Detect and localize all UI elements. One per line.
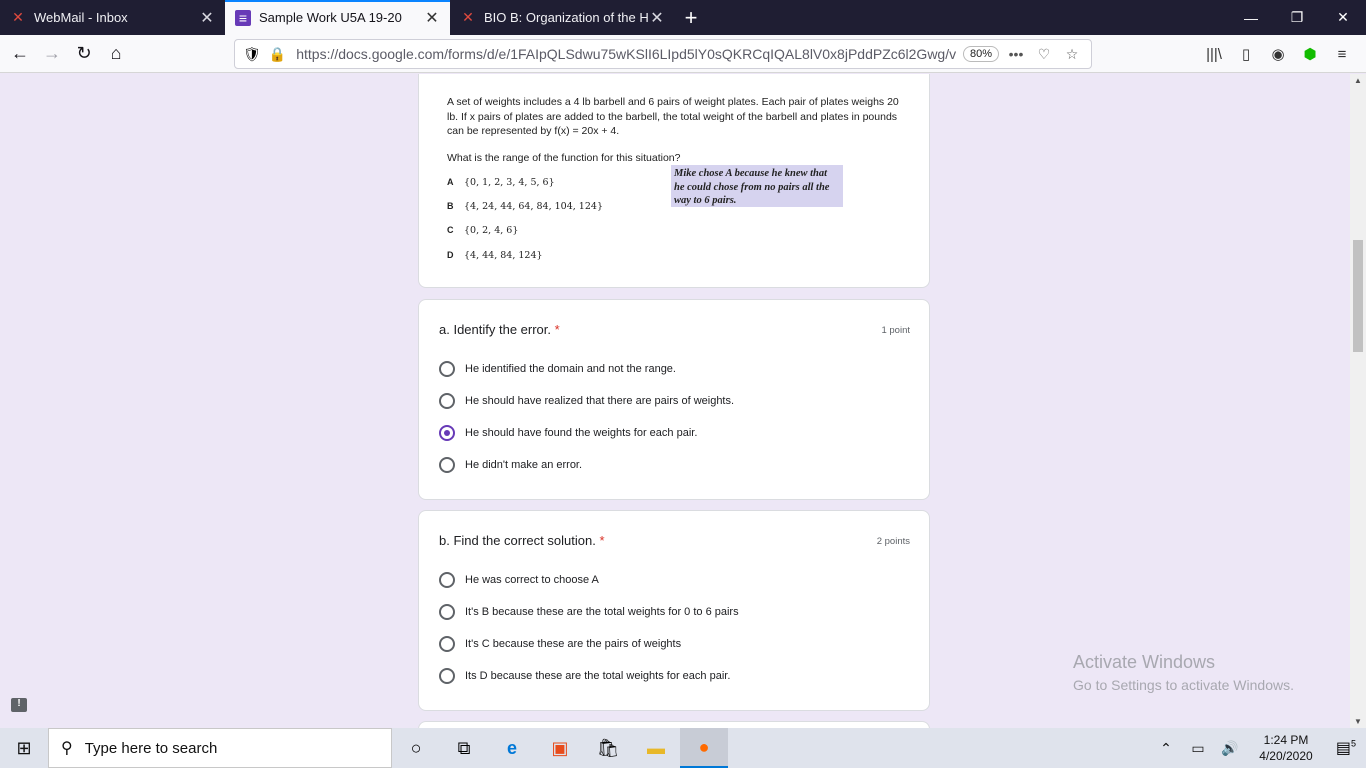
office-icon[interactable]: ▣ (536, 728, 584, 768)
restore-icon[interactable]: ❐ (1274, 0, 1320, 35)
next-question-card (418, 721, 930, 728)
radio-button[interactable] (439, 604, 455, 620)
cortana-icon[interactable]: ○ (392, 728, 440, 768)
choice-c: C {0, 2, 4, 6} (447, 225, 519, 236)
scroll-down-icon[interactable]: ▼ (1350, 717, 1366, 726)
volume-icon[interactable]: 🔊 (1214, 740, 1246, 757)
tab-bar: ✕ WebMail - Inbox ✕ ≡ Sample Work U5A 19… (0, 0, 1366, 35)
required-asterisk: * (554, 322, 560, 337)
network-icon[interactable]: ▭ (1182, 740, 1214, 757)
webmail-x-icon: ✕ (12, 9, 24, 25)
student-note: Mike chose A because he knew that he cou… (671, 165, 843, 207)
close-tab-icon[interactable]: ✕ (424, 8, 440, 28)
required-asterisk: * (599, 533, 605, 548)
edge-icon[interactable]: e (488, 728, 536, 768)
url-text[interactable]: https://docs.google.com/forms/d/e/1FAIpQ… (296, 46, 957, 62)
search-icon: ⚲ (61, 740, 73, 757)
more-actions-icon[interactable]: ••• (1005, 46, 1027, 62)
lock-icon[interactable]: 🔒 (269, 46, 286, 63)
windows-taskbar: ⊞ ⚲ Type here to search ○ ⧉ e ▣ 🛍 ▬ ● ⌃ … (0, 728, 1366, 768)
address-bar[interactable]: 🛡 🔒 https://docs.google.com/forms/d/e/1F… (234, 39, 1092, 69)
notification-center-icon[interactable]: ▤5 (1326, 738, 1366, 758)
clock[interactable]: 1:24 PM 4/20/2020 (1246, 732, 1326, 764)
back-button[interactable]: ← (4, 38, 36, 70)
problem-card: A set of weights includes a 4 lb barbell… (418, 74, 930, 288)
radio-button[interactable] (439, 668, 455, 684)
option-b1[interactable]: He was correct to choose A (439, 572, 599, 588)
bookmark-star-icon[interactable]: ☆ (1061, 46, 1083, 63)
radio-button[interactable] (439, 361, 455, 377)
radio-button-selected[interactable] (439, 425, 455, 441)
option-b4[interactable]: Its D because these are the total weight… (439, 668, 730, 684)
tab-bio-b[interactable]: ✕ BIO B: Organization of the Hum ✕ (450, 0, 675, 35)
home-button[interactable]: ⌂ (100, 38, 132, 70)
choice-b: B {4, 24, 44, 64, 84, 104, 124} (447, 201, 603, 212)
question-b-points: 2 points (876, 536, 910, 547)
new-tab-button[interactable]: + (675, 0, 707, 35)
window-controls: — ❐ ✕ (1228, 0, 1366, 35)
option-b3[interactable]: It's C because these are the pairs of we… (439, 636, 681, 652)
scroll-thumb[interactable] (1353, 240, 1363, 352)
navigation-bar: ← → ↻ ⌂ 🛡 🔒 https://docs.google.com/form… (0, 35, 1366, 73)
tab-sample-work[interactable]: ≡ Sample Work U5A 19-20 ✕ (225, 0, 450, 35)
close-tab-icon[interactable]: ✕ (649, 8, 665, 28)
taskbar-search-box[interactable]: ⚲ Type here to search (48, 728, 392, 768)
question-a-points: 1 point (881, 325, 910, 336)
choice-d: D {4, 44, 84, 124} (447, 250, 543, 261)
sidebar-icon[interactable]: ▯ (1230, 45, 1262, 63)
question-b-card: b. Find the correct solution. * 2 points… (418, 510, 930, 711)
firefox-icon[interactable]: ● (680, 728, 728, 768)
library-icon[interactable]: |||\ (1198, 46, 1230, 63)
forward-button[interactable]: → (36, 38, 68, 70)
reload-button[interactable]: ↻ (68, 38, 100, 70)
store-icon[interactable]: 🛍 (584, 728, 632, 768)
task-view-icon[interactable]: ⧉ (440, 728, 488, 768)
form-content: A set of weights includes a 4 lb barbell… (0, 74, 1350, 728)
option-b2[interactable]: It's B because these are the total weigh… (439, 604, 739, 620)
tab-webmail[interactable]: ✕ WebMail - Inbox ✕ (0, 0, 225, 35)
system-tray: ⌃ ▭ 🔊 1:24 PM 4/20/2020 ▤5 (1150, 728, 1366, 768)
option-a4[interactable]: He didn't make an error. (439, 457, 582, 473)
feedback-icon[interactable]: ! (11, 698, 27, 712)
close-tab-icon[interactable]: ✕ (199, 8, 215, 28)
radio-button[interactable] (439, 457, 455, 473)
toolbar-right: |||\ ▯ ◉ ⬢ ≡ (1198, 35, 1358, 73)
file-explorer-icon[interactable]: ▬ (632, 728, 680, 768)
account-icon[interactable]: ◉ (1262, 45, 1294, 63)
option-a1[interactable]: He identified the domain and not the ran… (439, 361, 676, 377)
option-a3[interactable]: He should have found the weights for eac… (439, 425, 697, 441)
tab-title: WebMail - Inbox (34, 10, 128, 25)
page-scrollbar[interactable]: ▲ ▼ (1350, 74, 1366, 728)
google-forms-icon: ≡ (235, 9, 251, 26)
tab-title: Sample Work U5A 19-20 (259, 10, 402, 25)
minimize-icon[interactable]: — (1228, 0, 1274, 35)
radio-button[interactable] (439, 393, 455, 409)
option-a2[interactable]: He should have realized that there are p… (439, 393, 734, 409)
shield-icon[interactable]: 🛡 (243, 46, 261, 63)
radio-button[interactable] (439, 572, 455, 588)
chevron-up-icon[interactable]: ⌃ (1150, 740, 1182, 757)
question-a-card: a. Identify the error. * 1 point He iden… (418, 299, 930, 500)
scroll-up-icon[interactable]: ▲ (1350, 76, 1366, 85)
question-b-title: b. Find the correct solution. * (439, 533, 605, 548)
x-logo-icon: ✕ (462, 9, 474, 25)
choice-a: A {0, 1, 2, 3, 4, 5, 6} (447, 177, 555, 188)
pocket-icon[interactable]: ♡ (1033, 46, 1055, 63)
close-window-icon[interactable]: ✕ (1320, 0, 1366, 35)
menu-icon[interactable]: ≡ (1326, 46, 1358, 63)
windows-start-icon[interactable]: ⊞ (0, 728, 48, 768)
extension-shield-icon[interactable]: ⬢ (1294, 45, 1326, 63)
problem-text: A set of weights includes a 4 lb barbell… (447, 96, 899, 137)
zoom-level[interactable]: 80% (962, 46, 999, 62)
radio-button[interactable] (439, 636, 455, 652)
question-a-title: a. Identify the error. * (439, 322, 560, 337)
activate-windows-watermark: Activate Windows Go to Settings to activ… (1073, 652, 1294, 693)
problem-question: What is the range of the function for th… (447, 152, 681, 164)
tab-title: BIO B: Organization of the Hum (484, 10, 649, 25)
